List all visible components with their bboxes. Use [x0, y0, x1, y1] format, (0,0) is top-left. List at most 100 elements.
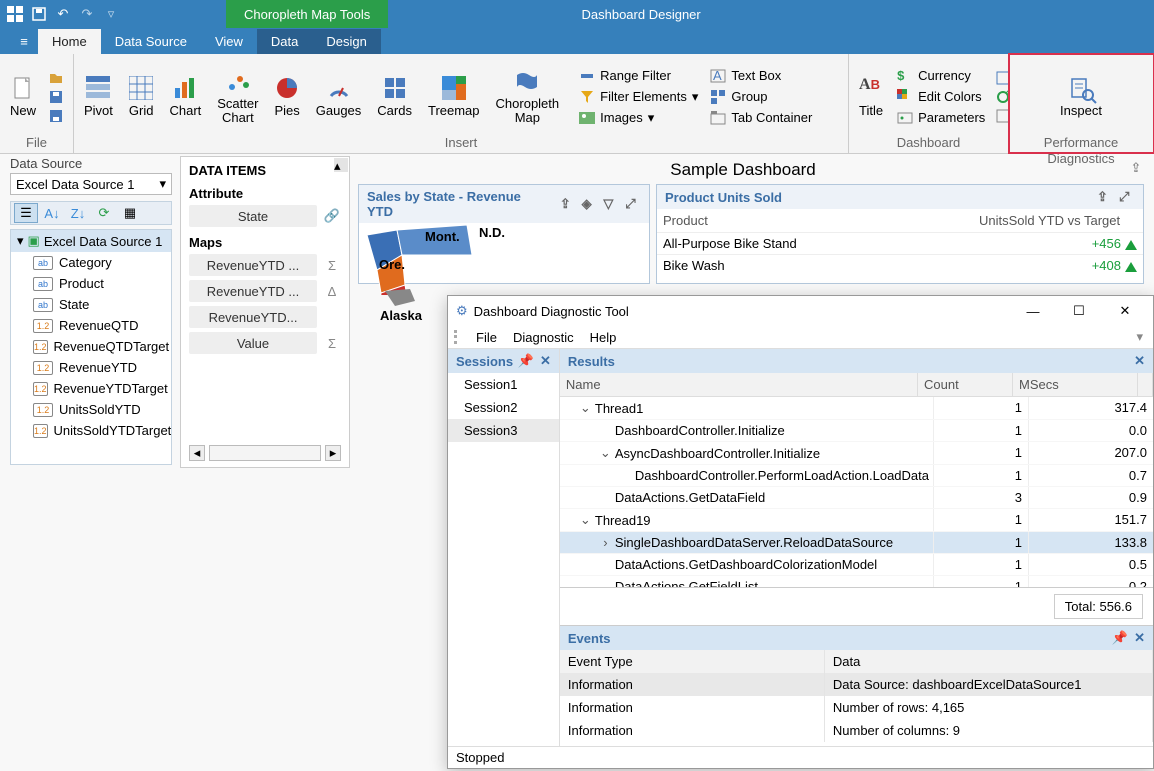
- tab-home[interactable]: Home: [38, 29, 101, 54]
- event-row[interactable]: InformationNumber of columns: 9: [560, 719, 1153, 742]
- gauges-button[interactable]: Gauges: [312, 74, 366, 120]
- open-icon[interactable]: [48, 70, 64, 86]
- menu-help[interactable]: Help: [590, 330, 617, 345]
- toolbar-btn-more[interactable]: ▦: [118, 203, 142, 223]
- attribute-chip[interactable]: State: [189, 205, 317, 227]
- tab-data[interactable]: Data: [257, 29, 312, 54]
- table-row[interactable]: Bike Wash +408: [657, 254, 1143, 276]
- qat-more-icon[interactable]: ▿: [102, 5, 120, 23]
- save-icon[interactable]: [30, 5, 48, 23]
- toolbar-btn-sort-za[interactable]: Z↓: [66, 203, 90, 223]
- inspect-button[interactable]: Inspect: [1056, 74, 1106, 120]
- tab-view[interactable]: View: [201, 29, 257, 54]
- expand-chevron-icon[interactable]: ›: [600, 535, 611, 550]
- menu-grip-icon[interactable]: [454, 330, 460, 344]
- results-row[interactable]: ⌄Thread191151.7: [560, 509, 1153, 532]
- map-chip[interactable]: RevenueYTD ...: [189, 254, 317, 276]
- results-row[interactable]: DataActions.GetFieldList10.2: [560, 576, 1153, 587]
- menu-diagnostic[interactable]: Diagnostic: [513, 330, 574, 345]
- session-item[interactable]: Session3: [448, 419, 559, 442]
- redo-icon[interactable]: ↷: [78, 5, 96, 23]
- undo-icon[interactable]: ↶: [54, 5, 72, 23]
- field-item[interactable]: 1.2RevenueQTD: [11, 315, 171, 336]
- field-item[interactable]: 1.2RevenueYTD: [11, 357, 171, 378]
- tab-container-button[interactable]: Tab Container: [708, 109, 814, 127]
- toolbar-btn-tree[interactable]: ☰: [14, 203, 38, 223]
- session-item[interactable]: Session2: [448, 396, 559, 419]
- grid-button[interactable]: Grid: [125, 74, 158, 120]
- toolbar-btn-sort-az[interactable]: A↓: [40, 203, 64, 223]
- field-item[interactable]: 1.2RevenueYTDTarget: [11, 378, 171, 399]
- field-item[interactable]: 1.2UnitsSoldYTDTarget: [11, 420, 171, 441]
- cards-button[interactable]: Cards: [373, 74, 416, 120]
- images-button[interactable]: Images ▾: [577, 109, 700, 127]
- expand-chevron-icon[interactable]: ⌄: [580, 512, 591, 528]
- results-row[interactable]: DataActions.GetDashboardColorizationMode…: [560, 554, 1153, 576]
- field-item[interactable]: 1.2UnitsSoldYTD: [11, 399, 171, 420]
- menu-file[interactable]: File: [476, 330, 497, 345]
- pies-button[interactable]: Pies: [270, 74, 303, 120]
- pin-icon[interactable]: 📌: [518, 353, 534, 369]
- hscroll-left[interactable]: ◂: [189, 445, 205, 461]
- field-item[interactable]: abState: [11, 294, 171, 315]
- text-box-button[interactable]: AText Box: [708, 67, 814, 85]
- di-scroll-thumb[interactable]: ▴: [334, 158, 348, 172]
- currency-button[interactable]: $Currency: [895, 67, 987, 85]
- title-button[interactable]: ABTitle: [855, 74, 887, 120]
- hscroll-track[interactable]: [209, 445, 321, 461]
- results-row[interactable]: DashboardController.Initialize10.0: [560, 420, 1153, 442]
- minimize-button[interactable]: —: [1013, 297, 1053, 325]
- close-icon[interactable]: ✕: [1134, 630, 1145, 646]
- maximize-icon[interactable]: ⤢: [625, 196, 641, 212]
- event-row[interactable]: InformationData Source: dashboardExcelDa…: [560, 673, 1153, 696]
- field-item[interactable]: 1.2RevenueQTDTarget: [11, 336, 171, 357]
- close-icon[interactable]: ✕: [1134, 353, 1145, 369]
- filter-icon[interactable]: ▽: [603, 196, 619, 212]
- file-menu-icon[interactable]: ≡: [10, 34, 38, 54]
- group-button[interactable]: Group: [708, 88, 814, 106]
- save-small-icon[interactable]: [48, 89, 64, 105]
- hscroll-right[interactable]: ▸: [325, 445, 341, 461]
- scatter-chart-button[interactable]: Scatter Chart: [213, 67, 262, 127]
- pin-icon[interactable]: 📌: [1112, 630, 1128, 646]
- event-row[interactable]: InformationNumber of rows: 4,165: [560, 696, 1153, 719]
- close-button[interactable]: ✕: [1105, 297, 1145, 325]
- choropleth-map-button[interactable]: Choropleth Map: [492, 67, 564, 127]
- results-row[interactable]: ›SingleDashboardDataServer.ReloadDataSou…: [560, 532, 1153, 554]
- pivot-button[interactable]: Pivot: [80, 74, 117, 120]
- value-chip[interactable]: Value: [189, 332, 317, 354]
- field-item[interactable]: abProduct: [11, 273, 171, 294]
- toolbar-btn-refresh[interactable]: ⟳: [92, 203, 116, 223]
- filter-elements-button[interactable]: Filter Elements ▾: [577, 88, 700, 106]
- table-row[interactable]: All-Purpose Bike Stand +456: [657, 232, 1143, 254]
- datasource-combo[interactable]: Excel Data Source 1 ▾: [10, 173, 172, 195]
- chart-button[interactable]: Chart: [165, 74, 205, 120]
- results-row[interactable]: DataActions.GetDataField30.9: [560, 487, 1153, 509]
- map-chip[interactable]: RevenueYTD...: [189, 306, 317, 328]
- range-filter-button[interactable]: Range Filter: [577, 67, 700, 85]
- close-icon[interactable]: ✕: [540, 353, 551, 369]
- export-icon[interactable]: ⇪: [560, 196, 576, 212]
- new-button[interactable]: New: [6, 74, 40, 120]
- results-row[interactable]: ⌄AsyncDashboardController.Initialize1207…: [560, 442, 1153, 465]
- parameters-button[interactable]: Parameters: [895, 109, 987, 127]
- results-row[interactable]: DashboardController.PerformLoadAction.Lo…: [560, 465, 1153, 487]
- edit-colors-button[interactable]: Edit Colors: [895, 88, 987, 106]
- export-icon[interactable]: ⇪: [1128, 160, 1144, 176]
- maximize-icon[interactable]: ⤢: [1119, 189, 1135, 205]
- session-item[interactable]: Session1: [448, 373, 559, 396]
- map-chip[interactable]: RevenueYTD ...: [189, 280, 317, 302]
- expand-chevron-icon[interactable]: ⌄: [600, 445, 611, 461]
- saveas-icon[interactable]: [48, 108, 64, 124]
- maximize-button[interactable]: ☐: [1059, 297, 1099, 325]
- export-icon[interactable]: ⇪: [1097, 189, 1113, 205]
- tab-data-source[interactable]: Data Source: [101, 29, 201, 54]
- treemap-button[interactable]: Treemap: [424, 74, 484, 120]
- results-row[interactable]: ⌄Thread11317.4: [560, 397, 1153, 420]
- menu-overflow-icon[interactable]: ▾: [1136, 329, 1143, 345]
- field-item[interactable]: abCategory: [11, 252, 171, 273]
- tab-design[interactable]: Design: [312, 29, 380, 54]
- layers-icon[interactable]: ◈: [582, 196, 598, 212]
- expand-chevron-icon[interactable]: ⌄: [580, 400, 591, 416]
- field-tree-root[interactable]: ▾ ▣ Excel Data Source 1: [11, 230, 171, 252]
